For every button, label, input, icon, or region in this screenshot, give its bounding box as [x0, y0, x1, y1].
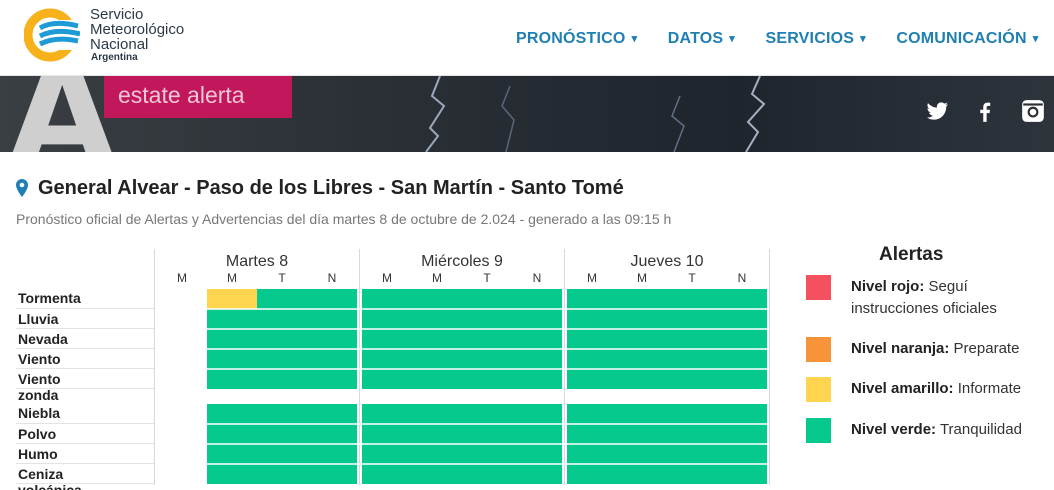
- nav-label: SERVICIOS: [765, 30, 855, 47]
- chevron-down-icon: ▾: [860, 33, 866, 45]
- legend-swatch-rojo: [806, 275, 831, 300]
- chevron-down-icon: ▾: [1032, 33, 1039, 45]
- legend-swatch-naranja: [806, 337, 831, 362]
- chevron-down-icon: ▾: [631, 33, 638, 45]
- nav-comunicacion[interactable]: COMUNICACIÓN ▾: [896, 30, 1038, 48]
- legend-level-name: Nivel naranja:: [851, 340, 950, 357]
- main-nav: PRONÓSTICO ▾ DATOS ▾ SERVICIOS ▾ COMUNICACI…: [516, 30, 1054, 48]
- legend-level-desc: Tranquilidad: [939, 421, 1022, 438]
- legend-level-name: Nivel rojo:: [851, 278, 925, 295]
- chevron-down-icon: ▾: [729, 33, 736, 45]
- legend-text: Nivel verde: Tranquilidad: [851, 419, 1054, 441]
- nav-label: PRONÓSTICO: [516, 30, 626, 47]
- logo-text: Servicio Meteorológico Nacional Argentin…: [90, 7, 184, 64]
- legend-level-name: Nivel verde:: [851, 421, 937, 438]
- legend-level-desc: Informate: [957, 380, 1022, 397]
- logo-line-1: Servicio: [90, 6, 144, 23]
- legend-level-desc: Preparate: [953, 340, 1020, 357]
- smn-logo[interactable]: Servicio Meteorológico Nacional Argentin…: [24, 6, 224, 64]
- legend-text: Nivel rojo: Seguí instrucciones oficiale…: [851, 276, 1054, 320]
- nav-pronostico[interactable]: PRONÓSTICO ▾: [516, 30, 637, 48]
- smn-logo-icon: [24, 8, 80, 62]
- logo-country: Argentina: [91, 52, 138, 63]
- legend-swatch-verde: [806, 418, 831, 443]
- nav-servicios[interactable]: SERVICIOS ▾: [765, 30, 865, 48]
- legend-text: Nivel naranja: Preparate: [851, 338, 1054, 360]
- nav-label: DATOS: [667, 30, 724, 47]
- nav-label: COMUNICACIÓN: [896, 30, 1027, 47]
- nav-datos[interactable]: DATOS ▾: [668, 30, 735, 48]
- legend-level-name: Nivel amarillo:: [851, 380, 954, 397]
- logo-line-2: Meteorológico: [90, 21, 185, 38]
- legend-text: Nivel amarillo: Informate: [851, 378, 1054, 400]
- legend-title: Alertas: [879, 244, 944, 265]
- legend-swatch-amarillo: [806, 377, 831, 402]
- site-header: Servicio Meteorológico Nacional Argentin…: [0, 0, 1054, 76]
- logo-line-3: Nacional: [90, 36, 149, 53]
